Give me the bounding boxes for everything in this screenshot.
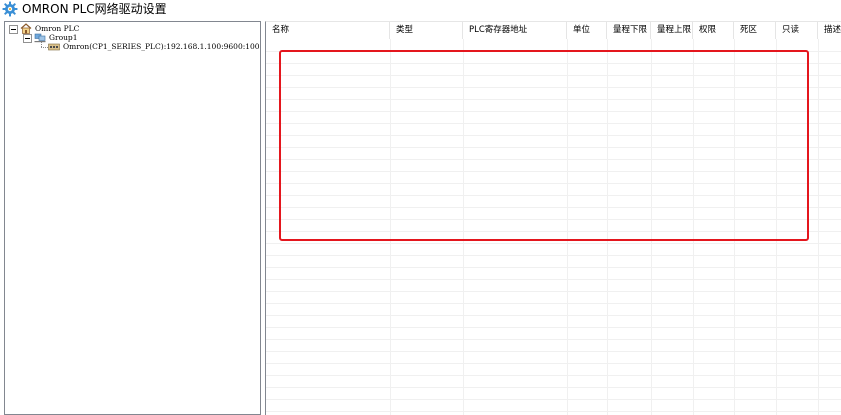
grid-row-line <box>266 303 841 304</box>
grid-row-line <box>266 207 841 208</box>
column-header-deadband[interactable]: 死区 <box>734 22 776 39</box>
grid-row-line <box>266 255 841 256</box>
grid-column-line <box>776 39 777 415</box>
grid-row-line <box>266 111 841 112</box>
column-header-readonly[interactable]: 只读 <box>776 22 818 39</box>
tag-list-view[interactable]: 名称 类型 PLC寄存器地址 单位 量程下限 量程上限 权限 死区 只读 描述 <box>265 21 841 415</box>
list-header: 名称 类型 PLC寄存器地址 单位 量程下限 量程上限 权限 死区 只读 描述 <box>266 22 841 39</box>
grid-row-line <box>266 183 841 184</box>
grid-column-line <box>567 39 568 415</box>
grid-row-line <box>266 51 841 52</box>
column-header-range-max[interactable]: 量程上限 <box>651 22 693 39</box>
network-group-icon <box>34 33 46 43</box>
grid-row-line <box>266 339 841 340</box>
grid-row-line <box>266 123 841 124</box>
grid-row-line <box>266 243 841 244</box>
device-tree-panel[interactable]: Omron PLC Group1 Omron(CP1_SERIES_PLC):1… <box>4 21 261 415</box>
app-window: OMRON PLC网络驱动设置 Omron PLC Group1 Omron(C… <box>0 0 841 415</box>
grid-row-line <box>266 351 841 352</box>
column-header-type[interactable]: 类型 <box>390 22 463 39</box>
title-bar: OMRON PLC网络驱动设置 <box>0 0 841 18</box>
grid-column-line <box>390 39 391 415</box>
grid-row-line <box>266 63 841 64</box>
column-header-range-min[interactable]: 量程下限 <box>607 22 651 39</box>
grid-row-line <box>266 87 841 88</box>
grid-column-line <box>693 39 694 415</box>
grid-row-line <box>266 171 841 172</box>
grid-row-line <box>266 231 841 232</box>
grid-row-line <box>266 99 841 100</box>
column-header-unit[interactable]: 单位 <box>567 22 607 39</box>
grid-column-line <box>651 39 652 415</box>
grid-row-line <box>266 291 841 292</box>
grid-row-line <box>266 315 841 316</box>
grid-row-line <box>266 399 841 400</box>
gear-icon <box>2 1 18 17</box>
column-header-plc-address[interactable]: PLC寄存器地址 <box>463 22 567 39</box>
grid-row-line <box>266 147 841 148</box>
grid-column-line <box>607 39 608 415</box>
grid-row-line <box>266 219 841 220</box>
column-header-permission[interactable]: 权限 <box>693 22 734 39</box>
collapse-toggle-icon[interactable] <box>9 25 18 34</box>
plc-device-icon <box>48 43 60 51</box>
house-icon <box>20 23 32 34</box>
window-title: OMRON PLC网络驱动设置 <box>22 2 167 16</box>
grid-row-line <box>266 159 841 160</box>
grid-row-line <box>266 135 841 136</box>
grid-row-line <box>266 363 841 364</box>
grid-column-line <box>463 39 464 415</box>
grid-row-line <box>266 279 841 280</box>
grid-row-line <box>266 195 841 196</box>
grid-row-line <box>266 375 841 376</box>
grid-column-line <box>818 39 819 415</box>
grid-row-line <box>266 411 841 412</box>
tree-node-device-label[interactable]: Omron(CP1_SERIES_PLC):192.168.1.100:9600… <box>63 42 260 51</box>
grid-row-line <box>266 75 841 76</box>
grid-row-line <box>266 327 841 328</box>
grid-row-line <box>266 267 841 268</box>
column-header-name[interactable]: 名称 <box>266 22 390 39</box>
column-header-description[interactable]: 描述 <box>818 22 841 39</box>
grid-row-line <box>266 387 841 388</box>
tree-connector-line <box>41 47 48 48</box>
grid-column-line <box>734 39 735 415</box>
collapse-toggle-icon[interactable] <box>23 34 32 43</box>
